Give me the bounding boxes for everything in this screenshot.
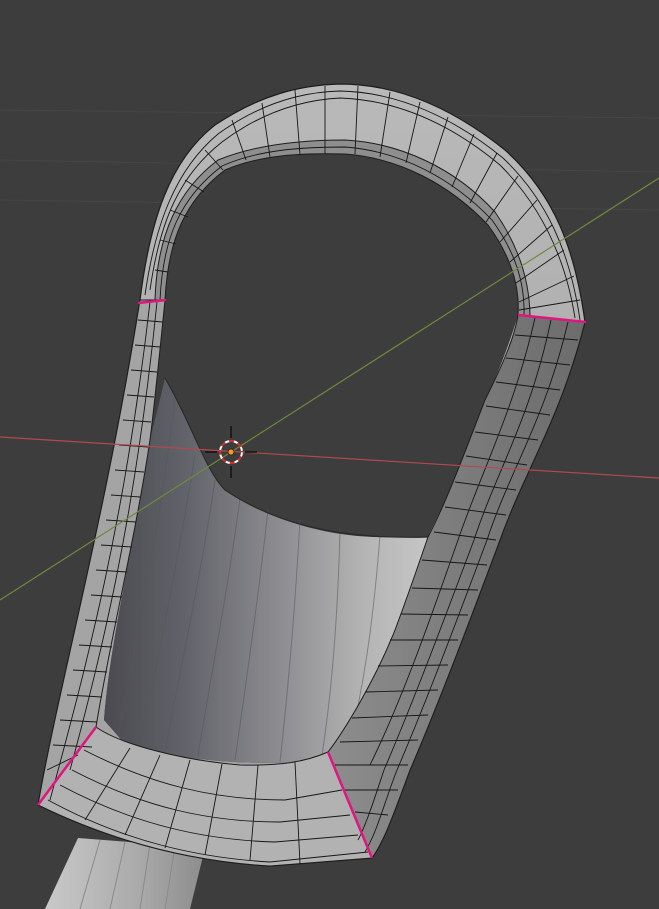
3d-viewport[interactable] [0,0,659,909]
viewport-canvas[interactable] [0,0,659,909]
object-origin [227,448,235,456]
